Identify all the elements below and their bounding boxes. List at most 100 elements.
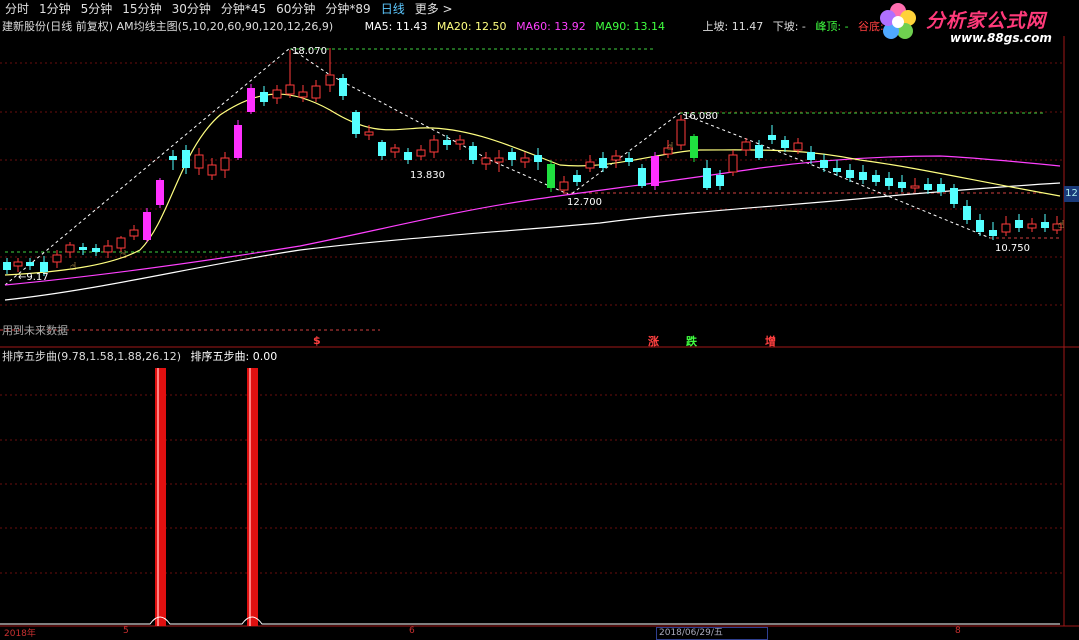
start-label: ←9.17 <box>18 272 49 283</box>
stock-chart-window: 分时 1分钟 5分钟 15分钟 30分钟 分钟*45 60分钟 分钟*89 日线… <box>0 0 1079 640</box>
candle-body <box>260 92 268 102</box>
candle-body <box>429 139 439 153</box>
candle-body <box>807 152 815 160</box>
candle-body <box>820 160 828 168</box>
signal-bar-1 <box>155 368 166 626</box>
candle-body <box>469 146 477 160</box>
candle-body <box>963 206 971 220</box>
candle-body <box>833 168 841 172</box>
candle-body <box>65 244 75 253</box>
candle-body <box>298 91 308 98</box>
candle-body <box>247 88 255 112</box>
candle-body <box>872 175 880 182</box>
candle-body <box>13 261 23 267</box>
low-label-1: 13.830 <box>410 170 445 181</box>
zigzag-trend <box>4 47 991 286</box>
candle-body <box>741 141 751 151</box>
candle-body <box>443 140 451 145</box>
candle-body <box>79 247 87 250</box>
candle-body <box>182 150 190 168</box>
candle-body <box>910 185 920 189</box>
candle-body <box>508 152 516 160</box>
logo-title: 分析家公式网 <box>926 10 1047 32</box>
candle-body <box>494 157 504 163</box>
candle-body <box>755 145 763 158</box>
candle-body <box>103 245 113 253</box>
candle-body <box>207 164 217 176</box>
candle-body <box>924 184 932 190</box>
candle-body <box>272 89 282 99</box>
candle-body <box>559 181 569 191</box>
candle-body <box>352 112 360 134</box>
zeng-signal: 增 <box>765 335 776 348</box>
candle-body <box>92 248 100 252</box>
candle-body <box>793 142 803 151</box>
candle-body <box>846 170 854 178</box>
candle-body <box>534 155 542 162</box>
candle-body <box>703 168 711 188</box>
candle-body <box>676 119 686 146</box>
candle-body <box>599 158 607 168</box>
candle-body <box>40 262 48 272</box>
hand-marker-icon: ☝ <box>70 260 77 273</box>
candle-body <box>1015 220 1023 228</box>
candle-body <box>690 136 698 158</box>
candlestick-chart[interactable]: ☝ ☝ ☝ ☝ <box>0 0 1079 638</box>
candle-body <box>898 182 906 188</box>
date-axis-year: 2018年 <box>4 629 36 639</box>
high-label-1: 18.070 <box>292 46 327 57</box>
candle-body <box>390 147 400 153</box>
candle-body <box>116 237 126 249</box>
candle-body <box>1041 222 1049 228</box>
candle-body <box>364 131 374 136</box>
date-axis-june: 6 <box>409 626 415 636</box>
candle-body <box>481 157 491 165</box>
candle-body <box>520 157 530 163</box>
hand-marker-icon: ☝ <box>667 140 674 153</box>
signal-bar-2-highlight <box>249 368 251 626</box>
candle-body <box>937 184 945 192</box>
candle-body <box>325 74 335 86</box>
site-logo: 分析家公式网 www.88gs.com <box>870 0 1079 46</box>
candle-body <box>194 154 204 169</box>
date-axis-aug: 8 <box>955 626 961 636</box>
candle-body <box>611 155 621 161</box>
candle-body <box>311 85 321 99</box>
zhang-signal: 涨 <box>648 335 659 348</box>
candle-body <box>169 156 177 160</box>
dollar-signal: $ <box>313 334 321 347</box>
candles-group: ☝ ☝ ☝ ☝ <box>3 48 1065 276</box>
sub-indicator-name: 排序五步曲(9.78,1.58,1.88,26.12) <box>2 350 182 363</box>
cursor-date-box: 2018/06/29/五 <box>656 627 768 640</box>
candle-body <box>950 188 958 204</box>
candle-body <box>547 164 555 188</box>
candle-body <box>781 140 789 148</box>
die-signal: 跌 <box>686 335 697 348</box>
date-axis-may: 5 <box>123 626 129 636</box>
candle-body <box>52 254 62 263</box>
candle-body <box>573 175 581 182</box>
future-data-note: 用到未来数据 <box>2 324 68 337</box>
candle-body <box>768 135 776 140</box>
candle-body <box>1027 223 1037 229</box>
candle-body <box>859 172 867 180</box>
candle-body <box>885 178 893 186</box>
candle-body <box>976 220 984 232</box>
candle-body <box>339 78 347 96</box>
candle-body <box>26 262 34 266</box>
signal-bar-2 <box>247 368 258 626</box>
candle-body <box>989 230 997 236</box>
logo-url: www.88gs.com <box>950 31 1052 45</box>
candle-body <box>234 125 242 158</box>
candle-body <box>638 168 646 186</box>
candle-body <box>1001 223 1011 233</box>
candle-body <box>378 142 386 156</box>
hand-marker-icon: ☝ <box>120 248 127 261</box>
right-axis-price-badge: 12 <box>1064 186 1079 202</box>
candle-body <box>455 139 465 145</box>
candle-body <box>404 152 412 160</box>
hand-marker-icon: ☝ <box>1058 218 1065 231</box>
candle-body <box>585 161 595 169</box>
candle-body <box>728 154 738 173</box>
candle-body <box>625 158 633 162</box>
